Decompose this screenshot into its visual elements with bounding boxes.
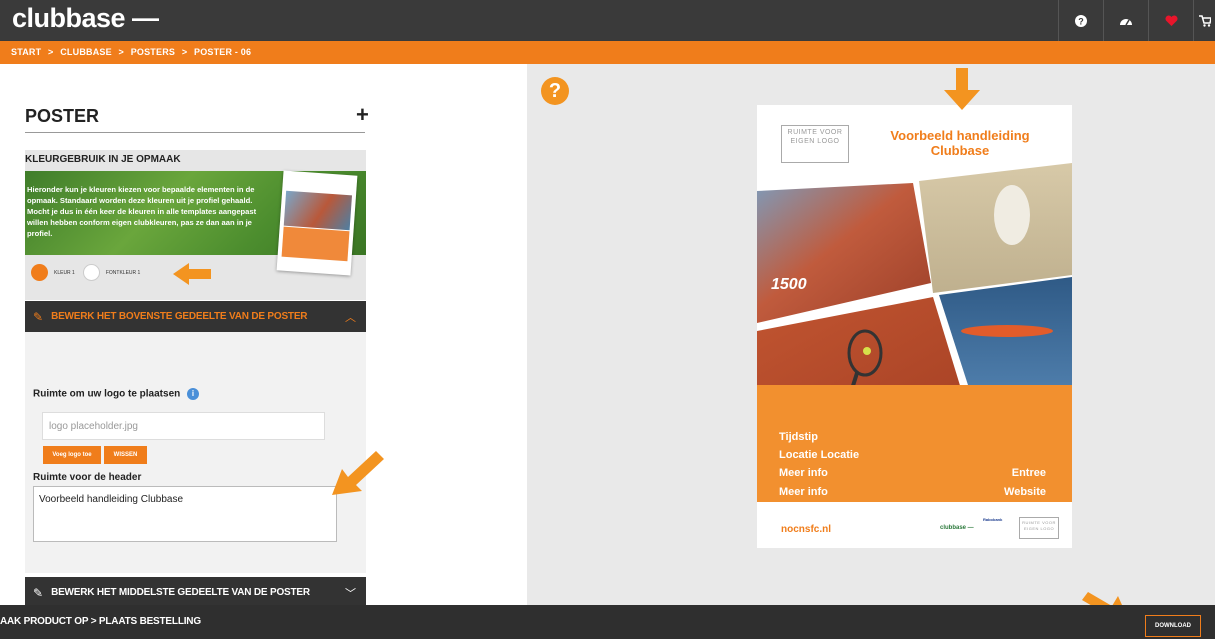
poster-preview: RUIMTE VOOR EIGEN LOGO Voorbeeld handlei…	[757, 105, 1072, 548]
page-title: POSTER	[25, 106, 100, 126]
thumbnail-footer	[281, 226, 350, 262]
accordion-label: BEWERK HET BOVENSTE GEDEELTE VAN DE POST…	[51, 311, 308, 322]
color-section-banner: Hieronder kun je kleuren kiezen voor bep…	[25, 170, 366, 276]
swatch-label: FONTKLEUR 1	[105, 269, 141, 276]
cart-icon[interactable]	[1193, 0, 1215, 41]
clubbase-logo: clubbase —	[940, 525, 974, 531]
help-icon[interactable]: ?	[1058, 0, 1103, 41]
poster-info-line: Meer info	[779, 467, 828, 479]
accordion-top-body: Ruimte om uw logo te plaatsen i logo pla…	[25, 332, 366, 573]
help-icon[interactable]: ?	[541, 77, 569, 105]
info-icon[interactable]: i	[187, 388, 200, 400]
svg-text:?: ?	[1078, 16, 1084, 26]
download-button[interactable]: DOWNLOAD	[1145, 615, 1201, 637]
breadcrumb-clubbase[interactable]: CLUBBASE	[60, 47, 112, 57]
font-color-swatch[interactable]	[82, 264, 100, 281]
dashboard-icon[interactable]	[1103, 0, 1148, 41]
pencil-icon: ✎	[33, 585, 44, 600]
footer-logo-placeholder: RUIMTE VOOR EIGEN LOGO	[1019, 517, 1059, 539]
color-swatch-1[interactable]	[31, 264, 48, 281]
accordion-top-section[interactable]: ✎ BEWERK HET BOVENSTE GEDEELTE VAN DE PO…	[25, 301, 366, 332]
breadcrumb: START > CLUBBASE > POSTERS > POSTER - 06	[11, 47, 255, 57]
thumbnail-photo	[283, 190, 353, 231]
add-logo-button[interactable]: Voeg logo toe	[43, 446, 101, 464]
breadcrumb-separator: >	[48, 47, 54, 57]
arrow-left-icon	[173, 263, 211, 285]
heart-icon[interactable]	[1148, 0, 1193, 41]
poster-info-right: Entree	[1011, 467, 1046, 479]
app-logo[interactable]: clubbase —	[12, 3, 159, 34]
bottom-bar: AAK PRODUCT OP > PLAATS BESTELLING	[0, 605, 1215, 639]
track-number: 1500	[771, 276, 807, 293]
title-divider	[25, 132, 365, 133]
header-textarea[interactable]: Voorbeeld handleiding Clubbase	[33, 486, 337, 542]
poster-info-line: Meer info	[779, 486, 828, 498]
breadcrumb-separator: >	[181, 47, 188, 57]
order-steps: AAK PRODUCT OP > PLAATS BESTELLING	[0, 616, 201, 627]
add-button[interactable]: +	[356, 102, 369, 128]
color-swatches: KLEUR 1 FONTKLEUR 1	[31, 264, 148, 281]
top-icons: ?	[1058, 0, 1215, 41]
poster-info-line: Tijdstip	[779, 431, 818, 443]
breadcrumb-start[interactable]: START	[11, 47, 41, 57]
poster-info-right: Website	[1004, 486, 1046, 498]
breadcrumb-poster-06: POSTER - 06	[194, 47, 252, 57]
chevron-up-icon[interactable]: ︿	[345, 309, 356, 325]
poster-url: nocnsfc.nl	[781, 524, 832, 535]
fencing-photo	[919, 163, 1072, 293]
logo-field-label: Ruimte om uw logo te plaatsen i	[33, 388, 200, 400]
track-photo	[757, 183, 931, 323]
poster-thumbnail	[276, 170, 358, 276]
poster-info-line: Locatie Locatie	[779, 449, 860, 461]
color-section-description: Hieronder kun je kleuren kiezen voor bep…	[27, 185, 257, 238]
rabobank-logo: Rabobank	[983, 517, 1003, 522]
header-field-label: Ruimte voor de header	[33, 472, 142, 483]
chevron-down-icon[interactable]: ﹀	[345, 585, 356, 601]
accordion-middle-section[interactable]: ✎ BEWERK HET MIDDELSTE GEDEELTE VAN DE P…	[25, 577, 366, 608]
clear-logo-button[interactable]: WISSEN	[104, 446, 147, 464]
color-section-heading: KLEURGEBRUIK IN JE OPMAAK	[25, 154, 181, 165]
breadcrumb-bar: START > CLUBBASE > POSTERS > POSTER - 06	[0, 41, 1215, 64]
accordion-label: BEWERK HET MIDDELSTE GEDEELTE VAN DE POS…	[51, 587, 310, 598]
top-bar: clubbase — ?	[0, 0, 1215, 41]
logo-file-input[interactable]: logo placeholder.jpg	[42, 412, 325, 440]
breadcrumb-posters[interactable]: POSTERS	[131, 47, 175, 57]
logo-field-label-text: Ruimte om uw logo te plaatsen	[33, 388, 181, 400]
breadcrumb-separator: >	[118, 47, 124, 57]
pencil-icon: ✎	[33, 309, 44, 324]
swatch-label: KLEUR 1	[54, 269, 75, 276]
arrow-down-icon	[944, 68, 980, 110]
arrow-down-left-icon	[332, 451, 384, 495]
poster-info-section	[757, 385, 1072, 502]
